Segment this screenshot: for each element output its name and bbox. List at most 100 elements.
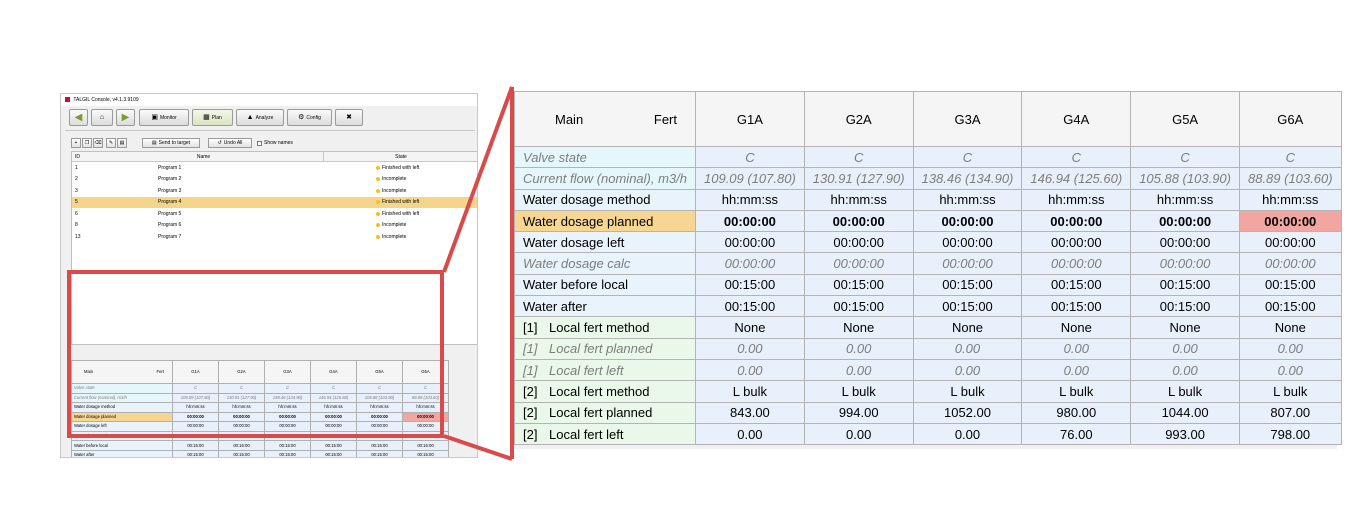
show-names-checkbox[interactable] [257,140,262,146]
column-header-state[interactable]: State [324,152,477,161]
grid-cell[interactable]: 00:00:00 [1021,209,1132,233]
grid-cell[interactable]: hh:mm:ss [1021,188,1132,211]
grid-cell[interactable]: L bulk [912,380,1023,403]
undo-all-button[interactable]: ↺ Undo All [208,138,252,148]
grid-cell[interactable]: 109.09 (107.80) [695,167,805,190]
grid-cell[interactable]: 00:15:00 [912,295,1023,318]
grid-cell[interactable]: 00:15:00 [1238,295,1342,318]
column-header-id[interactable]: ID [72,152,84,161]
grid-cell[interactable]: 00:00:00 [803,209,914,233]
delete-button[interactable]: ⌫ [93,138,103,148]
valve-column-header[interactable]: G3A [912,91,1023,147]
grid-cell[interactable]: 0.00 [1021,358,1132,382]
grid-cell[interactable]: 00:00:00 [1238,209,1342,233]
grid-cell[interactable]: 1052.00 [912,401,1023,424]
program-row[interactable]: 13 Program 7 Incomplete [72,231,477,243]
grid-cell[interactable]: 00:00:00 [695,231,805,254]
grid-cell[interactable]: 00:15:00 [264,449,311,457]
grid-cell[interactable]: 00:15:00 [1130,295,1240,318]
valve-column-header[interactable]: G1A [695,91,805,147]
grid-cell[interactable]: 0.00 [1130,337,1240,360]
grid-cell[interactable]: 0.00 [1021,337,1132,360]
config-button[interactable]: ⚙ Config [287,109,332,126]
grid-cell[interactable]: 00:15:00 [172,449,219,457]
grid-cell[interactable]: 0.00 [1130,358,1240,382]
grid-cell[interactable]: 980.00 [1021,401,1132,424]
grid-cell[interactable]: 00:15:00 [218,440,265,451]
grid-cell[interactable]: 00:15:00 [218,449,265,457]
add-button[interactable]: + [71,138,81,148]
valve-column-header[interactable]: G2A [803,91,914,147]
grid-cell[interactable]: None [1130,316,1240,339]
grid-cell[interactable]: 130.91 (127.90) [803,167,914,190]
plan-button[interactable]: ▦ Plan [192,109,233,126]
grid-cell[interactable]: 00:15:00 [912,273,1023,297]
program-row[interactable]: 6 Program 5 Finished with left [72,208,477,220]
forward-button[interactable]: ▶ [116,109,135,126]
grid-cell[interactable]: 00:15:00 [803,273,914,297]
grid-cell[interactable]: 00:00:00 [1130,231,1240,254]
grid-cell[interactable]: L bulk [803,380,914,403]
grid-cell[interactable]: 00:15:00 [1130,273,1240,297]
tools-button[interactable]: ✖ [335,109,363,126]
home-button[interactable]: ⌂ [91,109,113,126]
analyze-button[interactable]: ▲ Analyze [236,109,284,126]
grid-cell[interactable]: C [695,145,805,169]
program-row[interactable]: 1 Program 1 Finished with left [72,162,477,174]
grid-cell[interactable]: 00:15:00 [402,440,449,451]
edit-button[interactable]: ✎ [106,138,116,148]
grid-cell[interactable]: hh:mm:ss [912,188,1023,211]
grid-cell[interactable]: hh:mm:ss [1130,188,1240,211]
grid-cell[interactable]: 0.00 [695,358,805,382]
grid-cell[interactable]: 00:00:00 [1021,231,1132,254]
grid-cell[interactable]: 1044.00 [1130,401,1240,424]
grid-cell[interactable]: 00:00:00 [1238,252,1342,275]
grid-cell[interactable]: 00:15:00 [803,295,914,318]
program-row[interactable]: 3 Program 3 Incomplete [72,185,477,197]
grid-cell[interactable]: 00:00:00 [695,209,805,233]
grid-cell[interactable]: 0.00 [912,358,1023,382]
grid-cell[interactable]: 0.00 [695,337,805,360]
grid-cell[interactable]: 00:15:00 [310,449,357,457]
grid-cell[interactable]: 00:00:00 [1130,209,1240,233]
grid-cell[interactable]: 843.00 [695,401,805,424]
program-row[interactable]: 5 Program 4 Finished with left [72,196,477,208]
grid-cell[interactable]: 0.00 [912,337,1023,360]
valve-column-header[interactable]: G6A [1238,91,1342,147]
grid-cell[interactable]: 00:15:00 [402,449,449,457]
grid-cell[interactable]: L bulk [1130,380,1240,403]
grid-cell[interactable]: 994.00 [803,401,914,424]
grid-cell[interactable]: 00:00:00 [1021,252,1132,275]
grid-cell[interactable]: C [803,145,914,169]
program-row[interactable]: 2 Program 2 Incomplete [72,174,477,186]
grid-cell[interactable]: C [1021,145,1132,169]
grid-cell[interactable]: 00:00:00 [1238,231,1342,254]
grid-cell[interactable]: hh:mm:ss [803,188,914,211]
grid-cell[interactable]: 807.00 [1238,401,1342,424]
grid-cell[interactable]: 00:15:00 [310,440,357,451]
grid-cell[interactable]: None [1238,316,1342,339]
grid-cell[interactable]: 76.00 [1021,422,1132,446]
show-names-toggle[interactable]: Show names [257,138,305,148]
grid-cell[interactable]: 00:00:00 [803,231,914,254]
grid-cell[interactable]: C [1238,145,1342,169]
grid-cell[interactable]: 993.00 [1130,422,1240,446]
grid-cell[interactable]: 00:15:00 [1238,273,1342,297]
grid-cell[interactable]: 0.00 [803,358,914,382]
valve-column-header[interactable]: G5A [1130,91,1240,147]
monitor-button[interactable]: ▣ Monitor [139,109,189,126]
send-to-target-button[interactable]: ▤ Send to target [142,138,200,148]
grid-cell[interactable]: 138.46 (134.90) [912,167,1023,190]
grid-cell[interactable]: L bulk [1238,380,1342,403]
grid-cell[interactable]: None [912,316,1023,339]
grid-cell[interactable]: hh:mm:ss [1238,188,1342,211]
program-row[interactable]: 8 Program 6 Incomplete [72,220,477,232]
grid-cell[interactable]: 0.00 [803,422,914,446]
grid-cell[interactable]: hh:mm:ss [695,188,805,211]
grid-cell[interactable]: 00:00:00 [695,252,805,275]
grid-cell[interactable]: 00:15:00 [264,440,311,451]
grid-cell[interactable]: None [803,316,914,339]
grid-cell[interactable]: 146.94 (125.60) [1021,167,1132,190]
valve-column-header[interactable]: G4A [1021,91,1132,147]
grid-cell[interactable]: 105.88 (103.90) [1130,167,1240,190]
